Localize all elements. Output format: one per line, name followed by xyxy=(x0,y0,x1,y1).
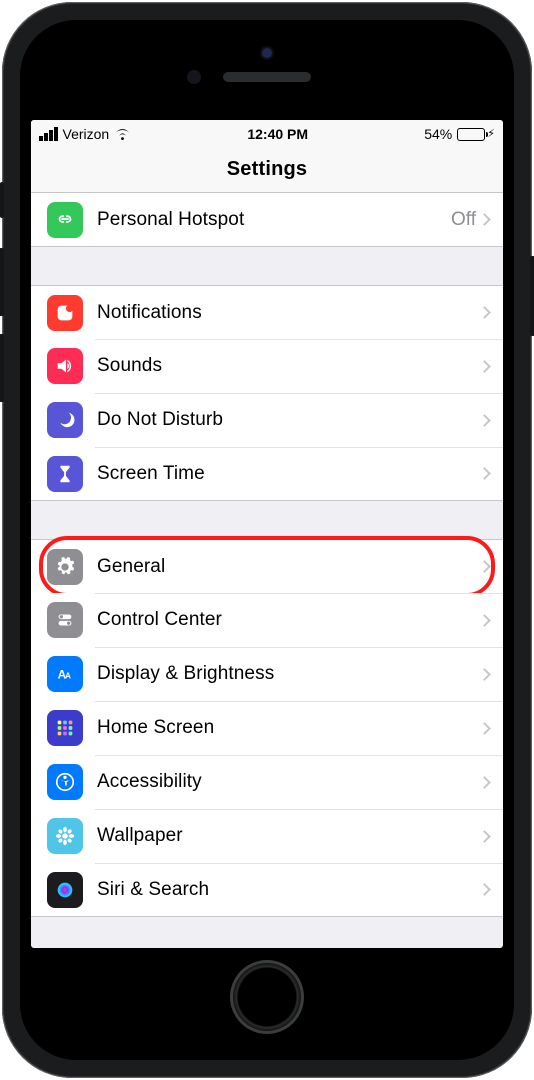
chevron-right-icon xyxy=(478,668,491,681)
cell-label: Do Not Disturb xyxy=(97,409,480,431)
carrier-label: Verizon xyxy=(63,126,110,142)
cell-label: Home Screen xyxy=(97,717,480,739)
cell-do-not-disturb[interactable]: Do Not Disturb xyxy=(31,393,503,447)
mute-switch xyxy=(0,182,4,218)
chevron-right-icon xyxy=(478,306,491,319)
moon-icon xyxy=(47,402,83,438)
home-button[interactable] xyxy=(230,960,304,1034)
cell-general[interactable]: General xyxy=(31,539,503,593)
front-camera-icon xyxy=(262,48,272,58)
battery-icon xyxy=(457,128,485,141)
cell-accessibility[interactable]: Accessibility xyxy=(31,755,503,809)
settings-list[interactable]: Personal Hotspot Off Notifications xyxy=(31,193,503,948)
clock-label: 12:40 PM xyxy=(247,126,308,142)
chevron-right-icon xyxy=(478,213,491,226)
chevron-right-icon xyxy=(478,360,491,373)
volume-down-button xyxy=(0,334,4,402)
cell-value: Off xyxy=(451,209,476,231)
nav-bar: Settings xyxy=(31,148,503,193)
cell-wallpaper[interactable]: Wallpaper xyxy=(31,809,503,863)
battery-percent-label: 54% xyxy=(424,126,452,142)
charging-bolt-icon: ⚡︎ xyxy=(487,129,495,140)
cell-home-screen[interactable]: Home Screen xyxy=(31,701,503,755)
cell-label: Display & Brightness xyxy=(97,663,480,685)
status-bar: Verizon 12:40 PM 54% ⚡︎ xyxy=(31,120,503,148)
notifications-icon xyxy=(47,295,83,331)
cell-label: Siri & Search xyxy=(97,879,480,901)
text-size-icon: AA xyxy=(47,656,83,692)
section-spacer xyxy=(31,501,503,539)
phone-frame: Verizon 12:40 PM 54% ⚡︎ Settings xyxy=(2,2,532,1078)
app-grid-icon xyxy=(47,710,83,746)
cell-label: Wallpaper xyxy=(97,825,480,847)
proximity-sensor-icon xyxy=(187,70,201,84)
cell-label: Accessibility xyxy=(97,771,480,793)
accessibility-icon xyxy=(47,764,83,800)
hourglass-icon xyxy=(47,456,83,492)
power-button xyxy=(530,256,534,336)
earpiece-icon xyxy=(223,72,311,82)
cell-notifications[interactable]: Notifications xyxy=(31,285,503,339)
chevron-right-icon xyxy=(478,467,491,480)
cell-label: Notifications xyxy=(97,302,480,324)
section-spacer xyxy=(31,247,503,285)
chevron-right-icon xyxy=(478,722,491,735)
cell-personal-hotspot[interactable]: Personal Hotspot Off xyxy=(31,193,503,247)
cell-display-brightness[interactable]: AA Display & Brightness xyxy=(31,647,503,701)
gear-icon xyxy=(47,549,83,585)
cell-label: Control Center xyxy=(97,609,480,631)
phone-inner: Verizon 12:40 PM 54% ⚡︎ Settings xyxy=(20,20,514,1060)
wallpaper-icon xyxy=(47,818,83,854)
chevron-right-icon xyxy=(478,830,491,843)
personal-hotspot-icon xyxy=(47,202,83,238)
chevron-right-icon xyxy=(478,614,491,627)
cell-label: Personal Hotspot xyxy=(97,209,451,231)
signal-bars-icon xyxy=(39,127,58,141)
svg-text:A: A xyxy=(65,672,71,681)
cell-sounds[interactable]: Sounds xyxy=(31,339,503,393)
cell-control-center[interactable]: Control Center xyxy=(31,593,503,647)
siri-icon xyxy=(47,872,83,908)
switches-icon xyxy=(47,602,83,638)
chevron-right-icon xyxy=(478,883,491,896)
sounds-icon xyxy=(47,348,83,384)
cell-screen-time[interactable]: Screen Time xyxy=(31,447,503,501)
screen: Verizon 12:40 PM 54% ⚡︎ Settings xyxy=(31,120,503,948)
wifi-icon xyxy=(114,128,131,141)
volume-up-button xyxy=(0,248,4,316)
chevron-right-icon xyxy=(478,776,491,789)
cell-label: Screen Time xyxy=(97,463,480,485)
chevron-right-icon xyxy=(478,414,491,427)
cell-siri-search[interactable]: Siri & Search xyxy=(31,863,503,917)
cell-label: Sounds xyxy=(97,355,480,377)
chevron-right-icon xyxy=(478,560,491,573)
cell-label: General xyxy=(97,556,480,578)
page-title: Settings xyxy=(31,158,503,181)
